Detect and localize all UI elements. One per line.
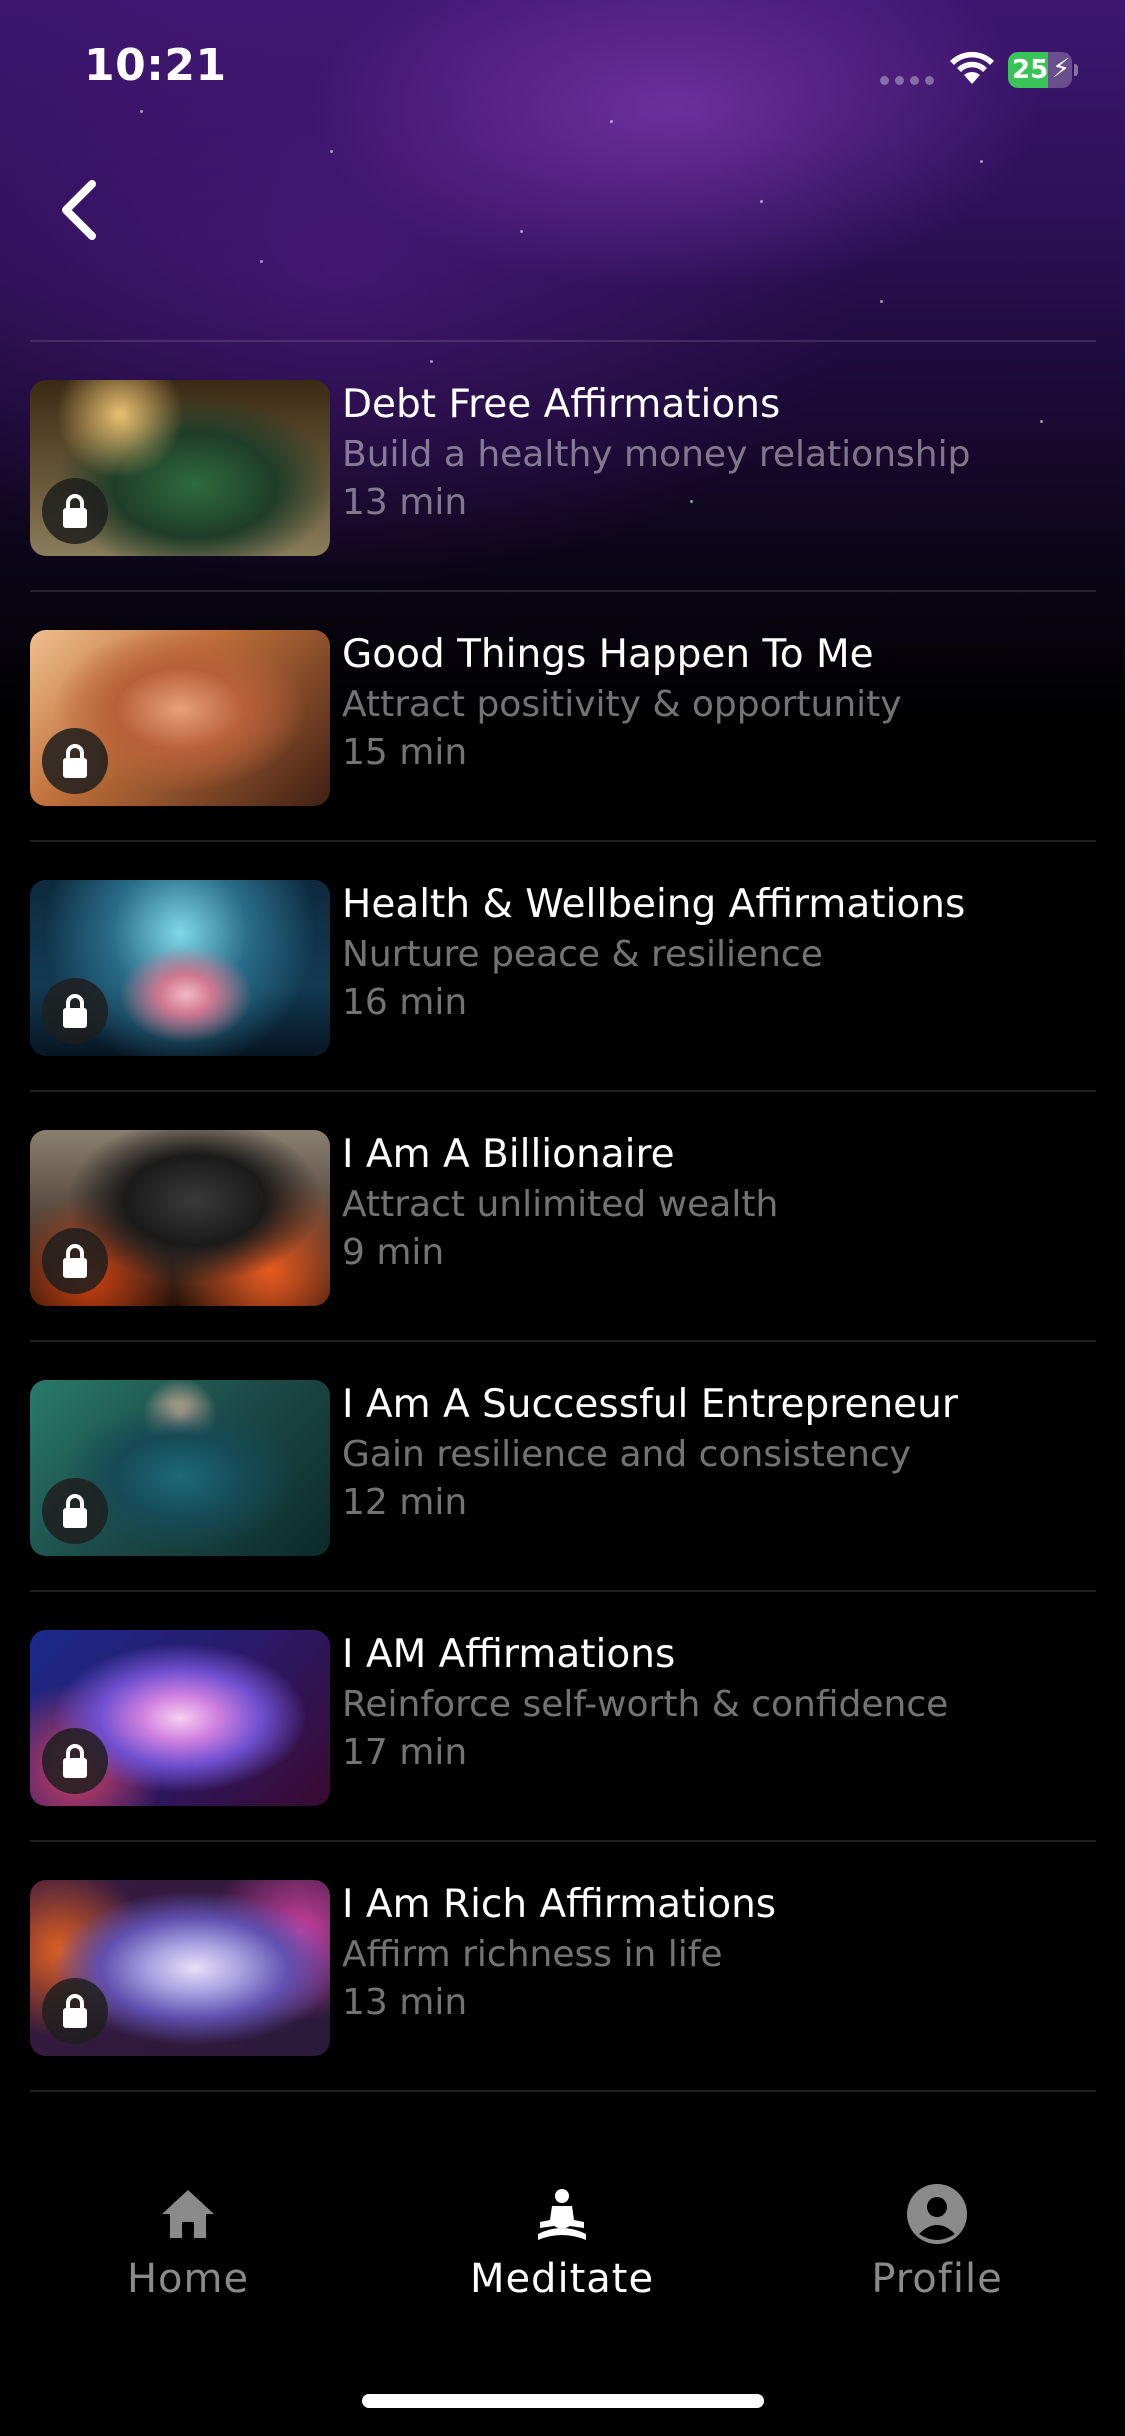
meditate-icon <box>538 2189 586 2240</box>
lock-badge <box>42 728 108 794</box>
item-title: I Am Rich Affirmations <box>342 1882 777 1927</box>
thumbnail-image <box>30 380 330 556</box>
tab-label: Profile <box>871 2256 1003 2302</box>
item-title: Health & Wellbeing Affirmations <box>342 882 966 927</box>
lock-icon <box>63 1744 87 1778</box>
item-duration: 13 min <box>342 1982 468 2023</box>
thumbnail-image <box>30 880 330 1056</box>
thumbnail-image <box>30 630 330 806</box>
lock-badge <box>42 978 108 1044</box>
item-duration: 16 min <box>342 982 468 1023</box>
tab-label: Home <box>126 2256 250 2302</box>
bottom-tab-bar: Home Meditate Profile <box>0 2140 1125 2340</box>
lock-icon <box>63 1494 87 1528</box>
item-subtitle: Gain resilience and consistency <box>342 1434 911 1475</box>
list-item[interactable]: I AM Affirmations Reinforce self-worth &… <box>0 1592 1125 1842</box>
profile-icon <box>907 2184 967 2244</box>
lock-badge <box>42 1728 108 1794</box>
list-item[interactable]: I Am Rich Affirmations Affirm richness i… <box>0 1842 1125 2092</box>
meditation-list: Debt Free Affirmations Build a healthy m… <box>0 342 1125 2092</box>
list-item[interactable]: Health & Wellbeing Affirmations Nurture … <box>0 842 1125 1092</box>
lock-icon <box>63 494 87 528</box>
item-duration: 12 min <box>342 1482 468 1523</box>
tab-meditate[interactable]: Meditate <box>412 2140 712 2330</box>
item-subtitle: Build a healthy money relationship <box>342 434 971 475</box>
item-subtitle: Nurture peace & resilience <box>342 934 823 975</box>
item-title: I AM Affirmations <box>342 1632 676 1677</box>
list-item[interactable]: Debt Free Affirmations Build a healthy m… <box>0 342 1125 592</box>
item-duration: 9 min <box>342 1232 445 1273</box>
item-duration: 17 min <box>342 1732 468 1773</box>
charging-bolt-icon: ⚡ <box>1052 54 1071 84</box>
thumbnail-image <box>30 1630 330 1806</box>
list-item[interactable]: I Am A Successful Entrepreneur Gain resi… <box>0 1342 1125 1592</box>
lock-icon <box>63 744 87 778</box>
status-time: 10:21 <box>84 40 227 91</box>
tab-label: Meditate <box>469 2256 655 2302</box>
cellular-signal-icon <box>880 76 938 86</box>
divider <box>30 2090 1096 2092</box>
lock-badge <box>42 1978 108 2044</box>
item-title: Debt Free Affirmations <box>342 382 781 427</box>
status-bar: 10:21 25 ⚡ <box>0 0 1125 140</box>
item-title: I Am A Successful Entrepreneur <box>342 1382 958 1427</box>
item-title: I Am A Billionaire <box>342 1132 675 1177</box>
item-title: Good Things Happen To Me <box>342 632 874 677</box>
item-subtitle: Reinforce self-worth & confidence <box>342 1684 949 1725</box>
back-button[interactable] <box>52 170 116 250</box>
item-subtitle: Attract unlimited wealth <box>342 1184 779 1225</box>
lock-badge <box>42 478 108 544</box>
item-subtitle: Affirm richness in life <box>342 1934 723 1975</box>
item-subtitle: Attract positivity & opportunity <box>342 684 902 725</box>
tab-home[interactable]: Home <box>38 2140 338 2330</box>
tab-profile[interactable]: Profile <box>787 2140 1087 2330</box>
battery-level: 25 <box>1012 55 1049 85</box>
thumbnail-image <box>30 1380 330 1556</box>
lock-badge <box>42 1228 108 1294</box>
wifi-icon <box>950 51 994 84</box>
chevron-left-icon <box>62 180 96 240</box>
item-duration: 15 min <box>342 732 468 773</box>
list-item[interactable]: I Am A Billionaire Attract unlimited wea… <box>0 1092 1125 1342</box>
lock-icon <box>63 994 87 1028</box>
home-icon <box>162 2190 214 2238</box>
lock-badge <box>42 1478 108 1544</box>
battery-icon: 25 ⚡ <box>1008 52 1078 88</box>
thumbnail-image <box>30 1130 330 1306</box>
lock-icon <box>63 1994 87 2028</box>
home-indicator <box>362 2394 764 2408</box>
lock-icon <box>63 1244 87 1278</box>
item-duration: 13 min <box>342 482 468 523</box>
thumbnail-image <box>30 1880 330 2056</box>
list-item[interactable]: Good Things Happen To Me Attract positiv… <box>0 592 1125 842</box>
